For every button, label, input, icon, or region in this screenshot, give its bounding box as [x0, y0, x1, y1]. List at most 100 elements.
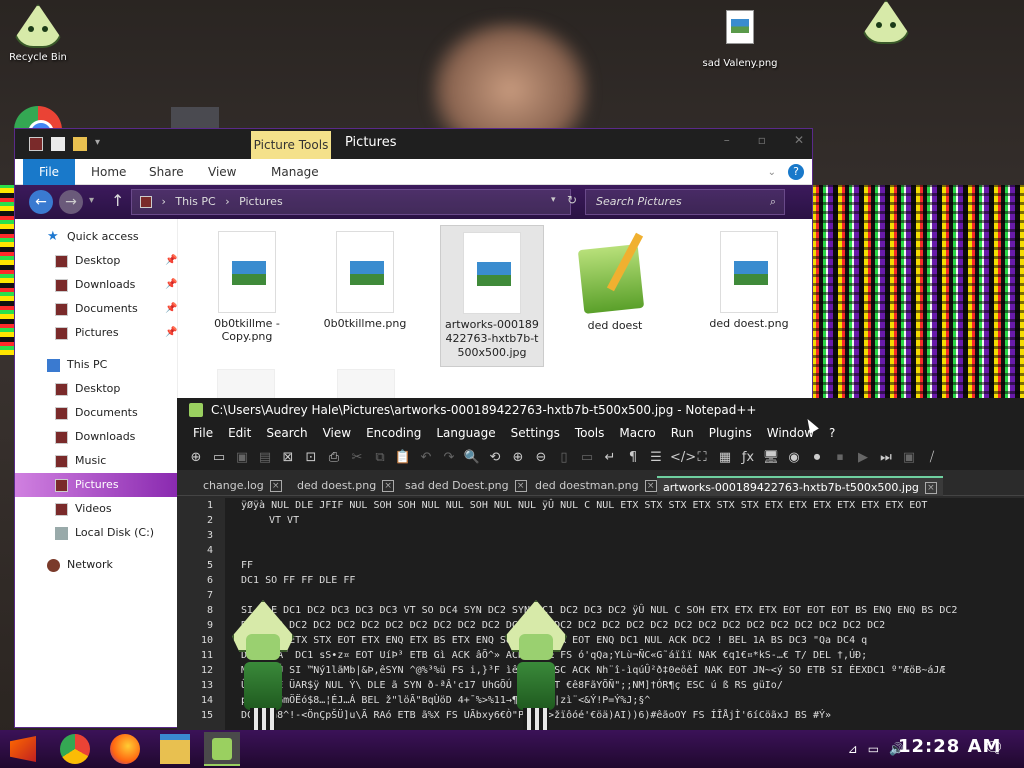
menu-view[interactable]: View [323, 422, 351, 444]
breadcrumb-this-pc[interactable]: This PC [175, 195, 215, 208]
close-file-icon[interactable]: ⊠ [279, 450, 297, 465]
menu-plugins[interactable]: Plugins [709, 422, 752, 444]
nav-qa-desktop[interactable]: Desktop 📌 [15, 249, 177, 273]
sync-vertical-icon[interactable]: ▯ [555, 450, 573, 465]
folder-workspace-icon[interactable]: 🖥 [762, 450, 780, 465]
file-item[interactable]: 0b0tkillme.png [313, 225, 417, 330]
file-item[interactable]: ded doest [563, 225, 667, 332]
nav-network[interactable]: Network [15, 553, 177, 577]
maximize-icon[interactable]: ▫ [758, 133, 766, 147]
new-file-icon[interactable]: ⊕ [187, 450, 205, 465]
indent-guide-icon[interactable]: ☰ [647, 450, 665, 465]
desktop-icon-sad-valeny[interactable]: sad Valeny.png [700, 10, 780, 69]
tab-ded-doest[interactable]: ded doest.png × [291, 476, 400, 496]
desktop-icon-recycle-bin[interactable]: Recycle Bin [0, 4, 78, 63]
tab-file[interactable]: File [23, 159, 75, 185]
stop-macro-icon[interactable]: ⏹ [831, 450, 849, 465]
file-item[interactable]: ded doest.png [697, 225, 801, 330]
find-icon[interactable]: 🔍 [463, 450, 481, 465]
close-icon[interactable]: ✕ [794, 133, 804, 147]
refresh-icon[interactable]: ↻ [567, 193, 577, 207]
run-macro-multiple-icon[interactable]: ⏭ [877, 450, 895, 465]
close-all-icon[interactable]: ⊡ [302, 450, 320, 465]
word-wrap-icon[interactable]: ↵ [601, 450, 619, 465]
pin-icon[interactable]: 📌 [165, 273, 177, 297]
zoom-in-icon[interactable]: ⊕ [509, 450, 527, 465]
folder-icon[interactable] [29, 137, 43, 151]
file-thumbnail-partial[interactable] [217, 369, 275, 399]
breadcrumb-pictures[interactable]: Pictures [239, 195, 283, 208]
menu-run[interactable]: Run [671, 422, 694, 444]
back-button[interactable]: ← [29, 190, 53, 214]
desktop-thumbnail[interactable] [171, 107, 219, 129]
document-map-icon[interactable]: ⛶ [693, 450, 711, 465]
minimize-icon[interactable]: – [724, 133, 730, 147]
file-item-selected[interactable]: artworks-000189422763-hxtb7b-t500x500.jp… [440, 225, 544, 367]
replace-icon[interactable]: ⟲ [486, 450, 504, 465]
menu-encoding[interactable]: Encoding [366, 422, 421, 444]
notepad-plus-plus-icon[interactable] [204, 732, 240, 766]
nav-pc-downloads[interactable]: Downloads [15, 425, 177, 449]
desktop-icon-peridot[interactable] [846, 0, 926, 48]
close-tab-icon[interactable]: × [269, 480, 282, 492]
zoom-out-icon[interactable]: ⊖ [532, 450, 550, 465]
properties-icon[interactable] [51, 137, 65, 151]
tab-sad-ded-doest[interactable]: sad ded Doest.png × [399, 476, 533, 496]
address-dropdown-icon[interactable]: ▾ [551, 195, 556, 205]
help-icon[interactable]: ? [788, 164, 804, 180]
undo-icon[interactable]: ↶ [417, 450, 435, 465]
spell-check-icon[interactable]: ⧸ [923, 450, 941, 465]
close-tab-icon[interactable]: × [924, 482, 937, 494]
close-tab-icon[interactable]: × [644, 480, 657, 492]
sync-horizontal-icon[interactable]: ▭ [578, 450, 596, 465]
nav-this-pc[interactable]: This PC [15, 353, 177, 377]
open-file-icon[interactable]: ▭ [210, 450, 228, 465]
pin-icon[interactable]: 📌 [165, 297, 177, 321]
xml-tag-icon[interactable]: </> [670, 450, 696, 465]
tab-view[interactable]: View [208, 165, 236, 179]
function-list-icon[interactable]: ƒx [739, 450, 757, 465]
menu-language[interactable]: Language [436, 422, 495, 444]
save-icon[interactable]: ▣ [233, 450, 251, 465]
network-status-icon[interactable]: ⊿ [848, 742, 858, 756]
menu-settings[interactable]: Settings [511, 422, 560, 444]
expand-ribbon-icon[interactable]: ⌄ [768, 167, 776, 178]
document-list-icon[interactable]: ▦ [716, 450, 734, 465]
show-all-characters-icon[interactable]: ¶ [624, 450, 642, 465]
chrome-icon[interactable] [60, 734, 90, 764]
nav-qa-downloads[interactable]: Downloads 📌 [15, 273, 177, 297]
editor-area[interactable]: 1 ÿØÿà NUL DLE JFIF NUL SOH SOH NUL NUL S… [177, 498, 1024, 730]
nav-pc-pictures[interactable]: Pictures [15, 473, 177, 497]
tab-change-log[interactable]: change.log × [197, 476, 288, 496]
menu-macro[interactable]: Macro [619, 422, 655, 444]
forward-button[interactable]: → [59, 190, 83, 214]
file-explorer-icon[interactable] [160, 734, 190, 764]
print-icon[interactable]: ⎙ [325, 450, 343, 465]
pin-icon[interactable]: 📌 [165, 321, 177, 345]
nav-pc-local-disk[interactable]: Local Disk (C:) [15, 521, 177, 545]
save-macro-icon[interactable]: ▣ [900, 450, 918, 465]
record-macro-icon[interactable]: ⏺ [808, 450, 826, 465]
nav-pc-music[interactable]: Music [15, 449, 177, 473]
tab-artworks[interactable]: artworks-000189422763-hxtb7b-t500x500.jp… [657, 476, 943, 496]
nav-qa-documents[interactable]: Documents 📌 [15, 297, 177, 321]
monitoring-icon[interactable]: ◉ [785, 450, 803, 465]
picture-tools-context-tab[interactable]: Picture Tools [251, 131, 331, 159]
notification-center-icon[interactable]: 🗨 [984, 738, 1004, 757]
menu-tools[interactable]: Tools [575, 422, 605, 444]
tab-home[interactable]: Home [91, 165, 126, 179]
copy-icon[interactable]: ⧉ [371, 450, 389, 465]
close-tab-icon[interactable]: × [514, 480, 527, 492]
firefox-icon[interactable] [110, 734, 140, 764]
up-arrow-icon[interactable]: ↑ [111, 191, 124, 210]
battery-icon[interactable]: ▭ [868, 742, 879, 756]
redo-icon[interactable]: ↷ [440, 450, 458, 465]
menu-file[interactable]: File [193, 422, 213, 444]
menu-edit[interactable]: Edit [228, 422, 251, 444]
search-input[interactable]: Search Pictures ⌕ [585, 189, 785, 215]
pin-icon[interactable]: 📌 [165, 249, 177, 273]
file-thumbnail-partial[interactable] [337, 369, 395, 399]
play-macro-icon[interactable]: ▶ [854, 450, 872, 465]
customize-toolbar-icon[interactable]: ▾ [95, 137, 105, 151]
tab-ded-doestman[interactable]: ded doestman.png × [529, 476, 663, 496]
